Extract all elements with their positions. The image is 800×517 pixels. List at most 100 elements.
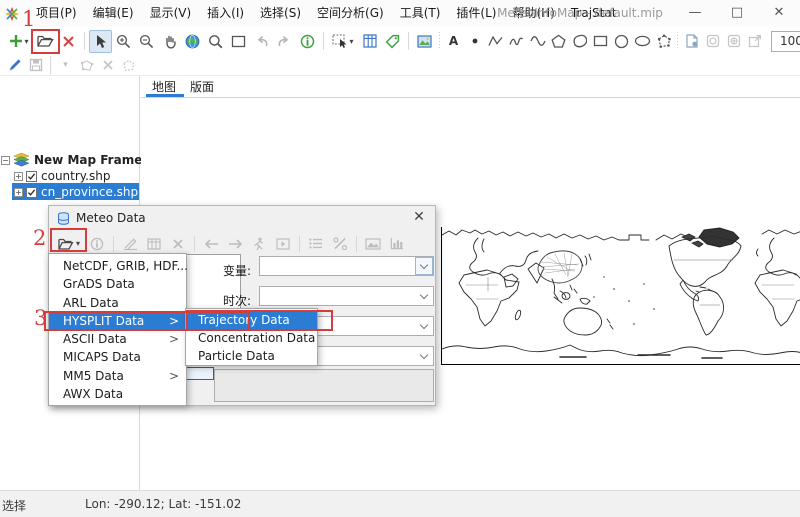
dialog-list-button[interactable] xyxy=(304,233,328,255)
dialog-table-button[interactable] xyxy=(142,233,166,255)
toolbar-separator xyxy=(408,32,409,50)
submenu-item-particle[interactable]: Particle Data xyxy=(186,347,317,365)
dialog-prev-time-button[interactable] xyxy=(199,233,223,255)
ellipse-tool-button[interactable] xyxy=(632,32,653,50)
toolbar-separator xyxy=(50,56,51,74)
zoom-level-value: 100% xyxy=(772,34,800,48)
save-edits-button[interactable] xyxy=(25,56,46,74)
submenu-item-concentration[interactable]: Concentration Data xyxy=(186,329,317,347)
full-extent-globe-button[interactable] xyxy=(181,30,204,53)
close-button[interactable]: ✕ xyxy=(758,0,800,27)
delete-feature-button[interactable] xyxy=(97,56,118,74)
layer-name: country.shp xyxy=(41,169,110,183)
dialog-titlebar[interactable]: Meteo Data ✕ xyxy=(49,206,435,230)
dialog-settings-button[interactable] xyxy=(328,233,352,255)
dialog-image-button[interactable] xyxy=(361,233,385,255)
rectangle-tool-button[interactable] xyxy=(590,32,611,50)
dialog-next-time-button[interactable] xyxy=(223,233,247,255)
maximize-button[interactable]: □ xyxy=(716,0,758,27)
checkbox-checked-icon[interactable] xyxy=(26,171,37,182)
tab-layout[interactable]: 版面 xyxy=(190,79,214,95)
reshape-lasso-button[interactable] xyxy=(118,56,139,74)
menu-view[interactable]: 显示(V) xyxy=(142,0,200,27)
minimize-button[interactable]: — xyxy=(674,0,716,27)
menu-edit[interactable]: 编辑(E) xyxy=(85,0,142,27)
label-tag-button[interactable] xyxy=(381,30,404,53)
menu-project[interactable]: 项目(P) xyxy=(28,0,85,27)
remove-layer-button[interactable] xyxy=(57,30,80,53)
dialog-close-button[interactable]: ✕ xyxy=(411,210,427,226)
menu-insert[interactable]: 插入(I) xyxy=(199,0,252,27)
open-project-button[interactable] xyxy=(34,30,57,53)
menu-item-hysplit[interactable]: HYSPLIT Data> xyxy=(49,312,186,330)
zoom-in-tool-button[interactable] xyxy=(112,30,135,53)
dialog-close-data-button[interactable] xyxy=(166,233,190,255)
expand-icon[interactable]: + xyxy=(14,172,23,181)
status-coordinates: Lon: -290.12; Lat: -151.02 xyxy=(85,497,241,511)
menu-item-ascii[interactable]: ASCII Data> xyxy=(49,330,186,348)
insert-image-button[interactable] xyxy=(413,30,436,53)
layer-row-country[interactable]: + country.shp xyxy=(14,168,110,184)
dialog-open-data-button[interactable]: ▾ xyxy=(53,233,85,255)
variable-combobox[interactable] xyxy=(259,256,434,276)
layer-row-cn-province[interactable]: + cn_province.shp xyxy=(14,184,138,200)
map-frame-node[interactable]: − New Map Frame xyxy=(1,152,142,168)
toolbar-separator xyxy=(356,236,357,252)
edit-vertices-button[interactable] xyxy=(76,56,97,74)
zoom-level-combo[interactable]: 100% xyxy=(771,31,800,52)
animation-button[interactable] xyxy=(702,32,723,50)
undo-button[interactable] xyxy=(250,30,273,53)
open-external-button[interactable] xyxy=(744,32,765,50)
dialog-draw-button[interactable] xyxy=(118,233,142,255)
pan-tool-button[interactable] xyxy=(158,30,181,53)
menu-selection[interactable]: 选择(S) xyxy=(252,0,309,27)
menu-spatial-analysis[interactable]: 空间分析(G) xyxy=(309,0,392,27)
search-tool-button[interactable] xyxy=(204,30,227,53)
add-layer-button[interactable]: ▾ xyxy=(4,30,34,53)
time-label: 时次: xyxy=(223,292,251,309)
status-mode: 选择 xyxy=(2,497,26,514)
edit-dropdown-button[interactable]: ▾ xyxy=(55,56,76,74)
edit-pencil-button[interactable] xyxy=(4,56,25,74)
chevron-down-icon xyxy=(420,260,428,268)
select-feature-button[interactable]: ▾ xyxy=(328,30,358,53)
dialog-info-button[interactable] xyxy=(85,233,109,255)
time-combobox[interactable] xyxy=(259,286,434,306)
dialog-chart-button[interactable] xyxy=(385,233,409,255)
polygon-tool-button[interactable] xyxy=(548,32,569,50)
submenu-item-trajectory[interactable]: Trajectory Data xyxy=(186,311,317,329)
menu-item-netcdf[interactable]: NetCDF, GRIB, HDF... xyxy=(49,257,186,275)
zoom-out-tool-button[interactable] xyxy=(135,30,158,53)
freehand-tool-button[interactable] xyxy=(506,32,527,50)
tab-map[interactable]: 地图 xyxy=(152,79,176,95)
polyline-tool-button[interactable] xyxy=(485,32,506,50)
dialog-play-button[interactable] xyxy=(271,233,295,255)
chevron-down-icon xyxy=(420,321,428,329)
dialog-animate-run-button[interactable] xyxy=(247,233,271,255)
menu-item-mm5[interactable]: MM5 Data> xyxy=(49,367,186,385)
menu-tools[interactable]: 工具(T) xyxy=(392,0,449,27)
menu-item-arl[interactable]: ARL Data xyxy=(49,294,186,312)
circle-tool-button[interactable] xyxy=(611,32,632,50)
edit-toolbar: ▾ xyxy=(0,55,800,76)
menu-item-micaps[interactable]: MICAPS Data xyxy=(49,348,186,366)
attribute-table-button[interactable] xyxy=(358,30,381,53)
curved-polygon-tool-button[interactable] xyxy=(569,32,590,50)
menu-item-awx[interactable]: AWX Data xyxy=(49,385,186,403)
menu-item-grads[interactable]: GrADS Data xyxy=(49,275,186,293)
text-tool-button[interactable]: A xyxy=(443,32,464,50)
collapse-icon[interactable]: − xyxy=(1,156,10,165)
curve-tool-button[interactable] xyxy=(527,32,548,50)
point-tool-button[interactable] xyxy=(464,32,485,50)
redo-button[interactable] xyxy=(273,30,296,53)
combo-dropdown-button[interactable] xyxy=(415,257,433,275)
checkbox-checked-icon[interactable] xyxy=(26,187,37,198)
lasso-polygon-tool-button[interactable] xyxy=(653,32,674,50)
select-tool-button[interactable] xyxy=(89,30,112,53)
export-map-button[interactable] xyxy=(681,32,702,50)
identify-info-button[interactable] xyxy=(296,30,319,53)
zoom-rectangle-button[interactable] xyxy=(227,30,250,53)
toolbar-separator xyxy=(84,32,85,50)
expand-icon[interactable]: + xyxy=(14,188,23,197)
animation-settings-button[interactable] xyxy=(723,32,744,50)
